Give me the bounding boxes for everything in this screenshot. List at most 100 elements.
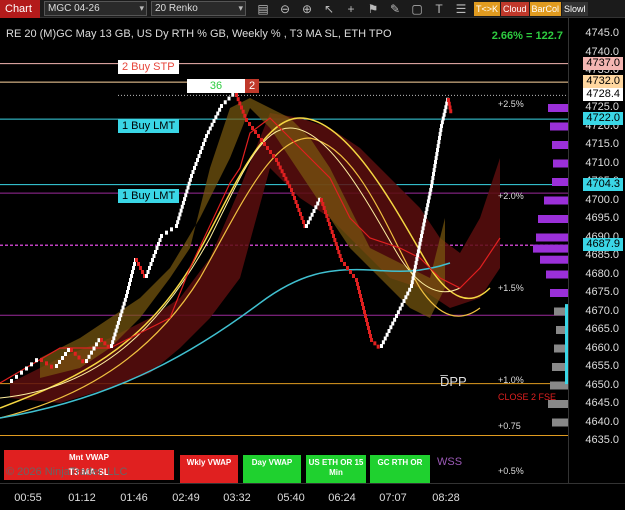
renko-brick [432, 168, 436, 172]
price-tick: 4635.0 [585, 434, 619, 446]
renko-brick [73, 351, 77, 356]
renko-brick [439, 128, 443, 132]
renko-brick [343, 262, 346, 266]
chart-icon[interactable]: ▤ [252, 0, 274, 18]
slow-button[interactable]: Slowl [562, 1, 588, 16]
text-icon[interactable]: T [428, 0, 450, 18]
renko-brick [118, 317, 122, 322]
renko-brick [400, 302, 404, 307]
renko-brick [110, 344, 113, 348]
renko-brick [220, 104, 223, 108]
renko-brick [306, 220, 310, 225]
renko-brick [122, 301, 126, 306]
renko-brick [188, 177, 192, 182]
price-marker[interactable]: 4722.0 [583, 112, 623, 126]
instrument-selector[interactable]: MGC 04-26 ▾ [44, 1, 147, 16]
volume-profile-bar [552, 141, 568, 149]
time-tick: 05:40 [277, 492, 305, 504]
zoom-out-icon[interactable]: ⊖ [274, 0, 296, 18]
bar-type-selector[interactable]: 20 Renko ▾ [151, 1, 246, 16]
price-axis[interactable]: 4745.04740.04735.04730.04725.04720.04715… [568, 18, 625, 483]
renko-brick [175, 224, 178, 228]
volume-profile-bar [552, 418, 568, 427]
renko-brick [112, 336, 116, 341]
renko-brick [114, 328, 118, 333]
volume-profile-bar [538, 215, 568, 223]
renko-brick [227, 96, 231, 101]
renko-brick [131, 270, 134, 274]
zoom-in-icon[interactable]: ⊕ [296, 0, 318, 18]
buy-limit-order-label[interactable]: 1 Buy LMT [118, 119, 180, 133]
pct-level-label: +1.0% [498, 375, 524, 385]
volume-profile-bar [552, 178, 568, 186]
bar-type-value: 20 Renko [155, 3, 198, 14]
rth-or-button[interactable]: GC RTH OR [370, 455, 430, 485]
renko-brick [324, 210, 327, 214]
renko-brick [412, 272, 416, 277]
price-marker[interactable]: 4732.0 [583, 75, 623, 89]
buy-limit-order-label-2[interactable]: 1 Buy LMT [118, 189, 180, 203]
renko-brick [272, 154, 275, 158]
renko-brick [449, 109, 453, 114]
renko-brick [321, 202, 325, 206]
pen-icon[interactable]: ✎ [384, 0, 406, 18]
weekly-vwap-button[interactable]: Wkly VWAP [180, 455, 238, 485]
cloud-button[interactable]: Cloud [501, 1, 529, 16]
renko-brick [85, 359, 88, 363]
buy-stop-order-label[interactable]: 2 Buy STP [118, 60, 179, 74]
renko-brick [299, 212, 302, 216]
renko-brick [387, 329, 391, 333]
renko-brick [125, 294, 128, 298]
crosshair-icon[interactable]: + [340, 0, 362, 18]
renko-brick [447, 101, 451, 106]
eth-or-button[interactable]: US ETH OR 15 Min [306, 455, 366, 485]
box-icon[interactable]: ▢ [406, 0, 428, 18]
price-marker[interactable]: 4737.0 [583, 56, 623, 70]
button-label: Mnt VWAP [69, 453, 109, 462]
cursor-icon[interactable]: ↖ [318, 0, 340, 18]
price-marker[interactable]: 4704.3 [583, 177, 623, 191]
tk-button[interactable]: T<>K [474, 1, 501, 16]
position-qty-2[interactable]: 2 [245, 79, 260, 93]
volume-profile-bar [548, 104, 568, 112]
renko-brick [411, 276, 415, 281]
renko-brick [356, 282, 359, 286]
renko-brick [92, 346, 96, 351]
renko-brick [20, 370, 23, 375]
chevron-down-icon: ▾ [238, 3, 243, 13]
renko-brick [432, 172, 435, 176]
properties-icon[interactable]: ☰ [450, 0, 472, 18]
price-marker[interactable]: 4728.4 [583, 88, 623, 102]
renko-brick [186, 185, 190, 190]
time-tick: 03:32 [223, 492, 251, 504]
renko-brick [332, 234, 335, 238]
renko-brick [240, 105, 243, 110]
renko-brick [254, 130, 257, 134]
position-qty[interactable]: 36 [187, 79, 245, 93]
renko-brick [430, 184, 433, 188]
renko-brick [81, 359, 85, 364]
wss-label: WSS [437, 456, 463, 468]
renko-brick [235, 93, 238, 97]
renko-brick [423, 214, 427, 219]
renko-brick [206, 130, 210, 135]
renko-brick [300, 216, 304, 220]
barcol-button[interactable]: BarCol [529, 1, 562, 16]
renko-brick [145, 274, 148, 278]
price-marker[interactable]: 4687.9 [583, 238, 623, 252]
renko-brick [380, 344, 383, 348]
renko-brick [312, 209, 316, 213]
day-vwap-button[interactable]: Day VWAP [243, 455, 301, 485]
price-chart[interactable] [0, 18, 568, 483]
renko-brick [441, 116, 445, 121]
renko-brick [190, 174, 193, 178]
renko-brick [408, 287, 412, 292]
toolbar: Chart MGC 04-26 ▾ 20 Renko ▾ ▤ ⊖ ⊕ ↖ + ⚑ ✎… [0, 0, 625, 18]
renko-brick [357, 286, 360, 290]
flag-icon[interactable]: ⚑ [362, 0, 384, 18]
renko-brick [152, 254, 156, 258]
renko-brick [106, 344, 110, 349]
chart-window: Chart MGC 04-26 ▾ 20 Renko ▾ ▤ ⊖ ⊕ ↖ + ⚑ ✎… [0, 0, 625, 510]
time-axis[interactable]: 00:55 01:12 01:46 02:49 03:32 05:40 06:24 07:07… [0, 483, 625, 510]
chevron-down-icon: ▾ [139, 3, 144, 13]
